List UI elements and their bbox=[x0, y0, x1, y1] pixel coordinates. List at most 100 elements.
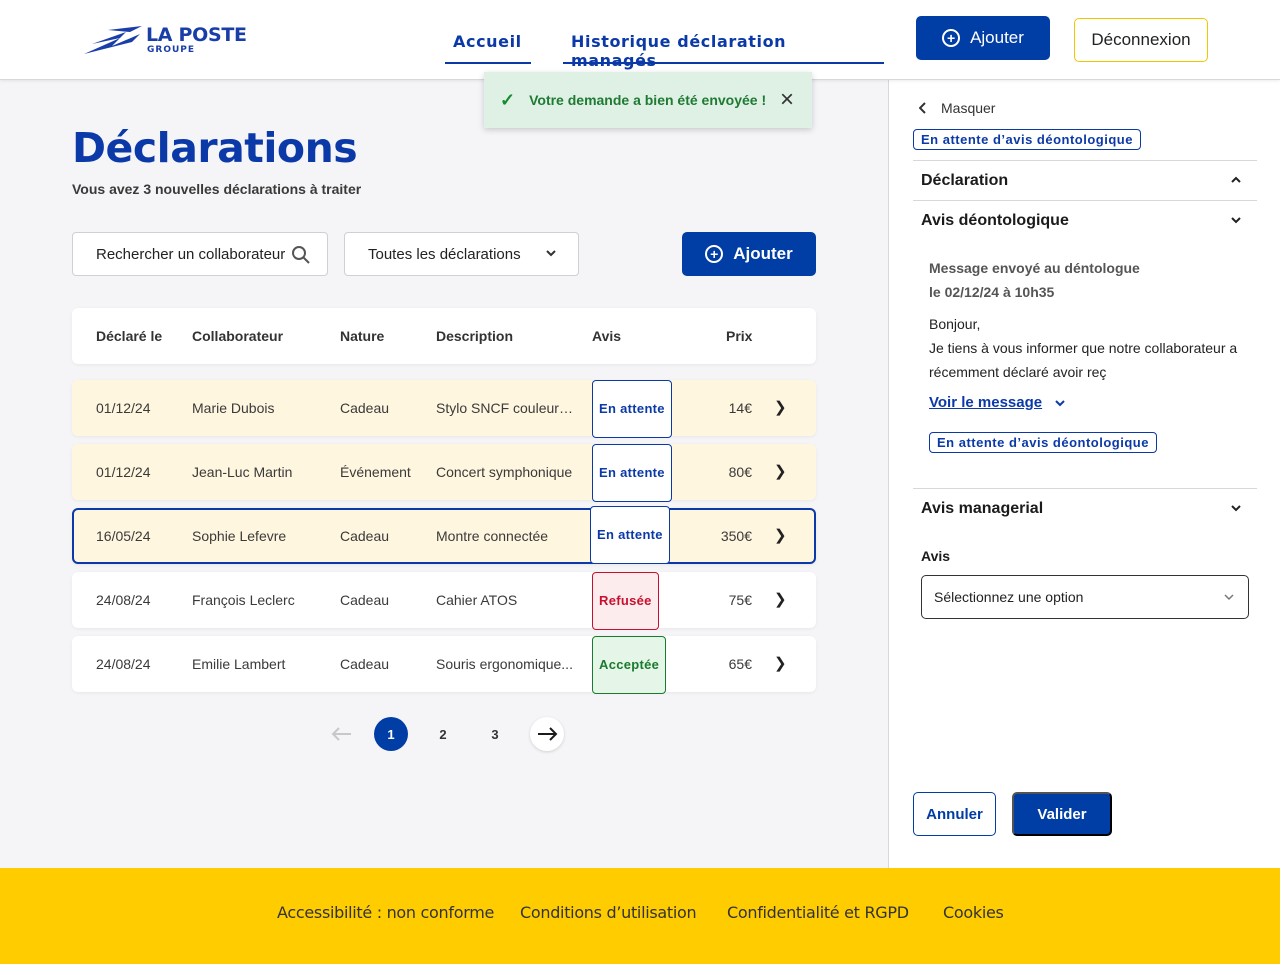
row-price: 65€ bbox=[728, 656, 752, 672]
chevron-down-icon bbox=[1231, 505, 1241, 512]
brand-name: LA POSTE bbox=[146, 24, 247, 46]
validate-button[interactable]: Valider bbox=[1012, 792, 1112, 836]
message-sent-label: Message envoyé au déntologue bbox=[929, 260, 1140, 276]
chevron-left-icon bbox=[919, 102, 926, 114]
row-nature: Cadeau bbox=[340, 656, 390, 672]
hide-panel-button[interactable]: Masquer bbox=[919, 100, 995, 116]
col-price: Prix bbox=[726, 328, 753, 344]
table-row[interactable]: 16/05/24 Sophie Lefevre Cadeau Montre co… bbox=[72, 506, 816, 564]
accordion-declaration-label: Déclaration bbox=[921, 171, 1009, 189]
table-row[interactable]: 01/12/24 Jean-Luc Martin Événement Conce… bbox=[72, 444, 816, 502]
col-description: Description bbox=[436, 328, 514, 344]
row-date: 24/08/24 bbox=[96, 592, 151, 608]
col-collaborator: Collaborateur bbox=[192, 328, 284, 344]
search-icon bbox=[292, 246, 310, 264]
chevron-down-icon bbox=[546, 250, 556, 257]
message-date: le 02/12/24 à 10h35 bbox=[929, 284, 1055, 300]
page-title: Déclarations bbox=[72, 124, 358, 172]
accordion-avis-deontologique[interactable]: Avis déontologique bbox=[913, 200, 1257, 240]
row-name: Sophie Lefevre bbox=[192, 528, 287, 544]
page-3[interactable]: 3 bbox=[478, 717, 512, 751]
table-row[interactable]: 01/12/24 Marie Dubois Cadeau Stylo SNCF … bbox=[72, 380, 816, 438]
chevron-down-icon bbox=[1055, 399, 1065, 406]
row-name: Jean-Luc Martin bbox=[192, 464, 293, 480]
chevron-down-icon bbox=[1231, 217, 1241, 224]
accordion-avis-deonto-label: Avis déontologique bbox=[921, 211, 1069, 229]
avis-select-value: Sélectionnez une option bbox=[934, 589, 1084, 605]
page-subtitle: Vous avez 3 nouvelles déclarations à tra… bbox=[72, 181, 362, 197]
status-chip: En attente d’avis déontologique bbox=[929, 432, 1157, 453]
add-declaration-label: Ajouter bbox=[733, 244, 793, 263]
col-nature: Nature bbox=[340, 328, 385, 344]
chevron-right-icon[interactable]: ❯ bbox=[774, 572, 787, 628]
close-icon[interactable]: × bbox=[780, 88, 794, 112]
filter-value: Toutes les déclarations bbox=[368, 245, 521, 263]
header: LA POSTE GROUPE Accueil Historique décla… bbox=[0, 0, 1280, 80]
status-badge: Refusée bbox=[592, 572, 659, 630]
status-badge: En attente bbox=[592, 444, 672, 502]
row-name: François Leclerc bbox=[192, 592, 295, 608]
see-message-link[interactable]: Voir le message bbox=[929, 394, 1066, 411]
row-description: Cahier ATOS bbox=[436, 592, 518, 608]
nav-historique[interactable]: Historique déclaration managés bbox=[563, 28, 884, 70]
header-add-button[interactable]: + Ajouter bbox=[916, 16, 1050, 60]
row-nature: Cadeau bbox=[340, 400, 390, 416]
status-badge: En attente bbox=[590, 506, 670, 564]
row-description: Montre connectée bbox=[436, 528, 549, 544]
table-row[interactable]: 24/08/24 François Leclerc Cadeau Cahier … bbox=[72, 572, 816, 630]
search-value: Rechercher un collaborateur bbox=[96, 245, 286, 263]
avis-label: Avis bbox=[921, 548, 951, 564]
footer-link-privacy[interactable]: Confidentialité et RGPD bbox=[727, 903, 909, 922]
plus-circle-icon: + bbox=[942, 29, 961, 47]
brand-sub: GROUPE bbox=[147, 45, 196, 55]
la-poste-logo[interactable]: LA POSTE GROUPE bbox=[82, 24, 252, 60]
row-description: Concert symphonique bbox=[436, 464, 573, 480]
accordion-avis-managerial[interactable]: Avis managerial bbox=[913, 488, 1257, 528]
page-2[interactable]: 2 bbox=[426, 717, 460, 751]
chevron-right-icon[interactable]: ❯ bbox=[774, 380, 787, 436]
row-price: 14€ bbox=[728, 400, 752, 416]
success-toast: ✓ Votre demande a bien été envoyée ! × bbox=[484, 72, 812, 128]
prev-page-arrow-icon[interactable] bbox=[325, 717, 359, 751]
row-description: Stylo SNCF couleur r... bbox=[436, 400, 576, 416]
row-date: 01/12/24 bbox=[96, 464, 151, 480]
status-badge: En attente bbox=[592, 380, 672, 438]
table-row[interactable]: 24/08/24 Emilie Lambert Cadeau Souris er… bbox=[72, 636, 816, 694]
row-date: 24/08/24 bbox=[96, 656, 151, 672]
row-nature: Événement bbox=[340, 464, 411, 480]
detail-panel: Masquer En attente d’avis déontologique … bbox=[888, 80, 1280, 868]
check-icon: ✓ bbox=[500, 89, 516, 110]
row-description: Souris ergonomique... bbox=[436, 656, 573, 672]
accordion-avis-manager-label: Avis managerial bbox=[921, 499, 1044, 517]
chevron-right-icon[interactable]: ❯ bbox=[774, 444, 787, 500]
footer-link-cookies[interactable]: Cookies bbox=[943, 903, 1004, 922]
status-chip: En attente d’avis déontologique bbox=[913, 129, 1141, 150]
chevron-right-icon[interactable]: ❯ bbox=[774, 636, 787, 692]
nav-accueil[interactable]: Accueil bbox=[445, 28, 531, 64]
col-declared: Déclaré le bbox=[96, 328, 163, 344]
chevron-right-icon[interactable]: ❯ bbox=[774, 508, 787, 564]
row-price: 350€ bbox=[720, 528, 752, 544]
page-1[interactable]: 1 bbox=[374, 717, 408, 751]
accordion-declaration[interactable]: Déclaration bbox=[913, 160, 1257, 200]
footer-link-terms[interactable]: Conditions d’utilisation bbox=[520, 903, 697, 922]
next-page-arrow-icon[interactable] bbox=[530, 717, 564, 751]
search-input[interactable]: Rechercher un collaborateur bbox=[72, 232, 328, 276]
chevron-up-icon bbox=[1231, 176, 1241, 183]
avis-select[interactable]: Sélectionnez une option bbox=[921, 575, 1249, 619]
row-price: 80€ bbox=[728, 464, 752, 480]
row-nature: Cadeau bbox=[340, 528, 390, 544]
row-name: Emilie Lambert bbox=[192, 656, 286, 672]
message-text: Je tiens à vous informer que notre colla… bbox=[929, 340, 1238, 380]
row-price: 75€ bbox=[728, 592, 752, 608]
logout-button[interactable]: Déconnexion bbox=[1074, 18, 1208, 62]
cancel-button[interactable]: Annuler bbox=[913, 792, 996, 836]
table-header: Déclaré le Collaborateur Nature Descript… bbox=[72, 308, 816, 364]
add-declaration-button[interactable]: + Ajouter bbox=[682, 232, 816, 276]
status-badge: Acceptée bbox=[592, 636, 667, 694]
declaration-filter-select[interactable]: Toutes les déclarations bbox=[344, 232, 579, 276]
row-nature: Cadeau bbox=[340, 592, 390, 608]
hide-label: Masquer bbox=[941, 100, 996, 116]
footer-link-accessibility[interactable]: Accessibilité : non conforme bbox=[277, 903, 494, 922]
toast-message: Votre demande a bien été envoyée ! bbox=[529, 92, 767, 108]
